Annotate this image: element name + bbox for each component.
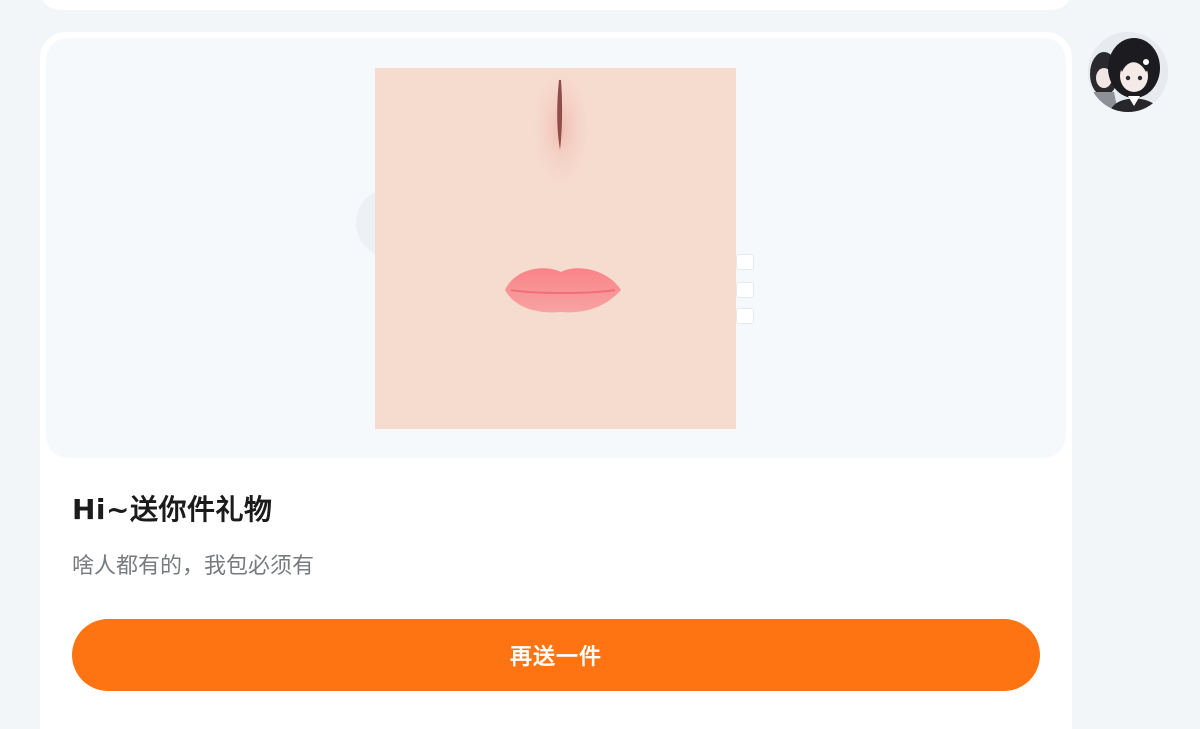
user-avatar[interactable] [1088, 32, 1168, 112]
anime-avatar-icon [1088, 32, 1168, 112]
placeholder-box [736, 282, 754, 298]
gift-message-card[interactable]: Hi~送你件礼物 啥人都有的，我包必须有 再送一件 [40, 32, 1072, 729]
placeholder-box [736, 254, 754, 270]
placeholder-box [736, 308, 754, 324]
gift-title: Hi~送你件礼物 [72, 493, 273, 526]
chat-screen: Hi~送你件礼物 啥人都有的，我包必须有 再送一件 [0, 0, 1200, 729]
send-another-button[interactable]: 再送一件 [72, 619, 1040, 691]
gift-preview-area [46, 38, 1066, 458]
gift-description: 啥人都有的，我包必须有 [72, 554, 315, 579]
gift-face-image[interactable] [375, 68, 736, 429]
previous-message-card [40, 0, 1072, 10]
